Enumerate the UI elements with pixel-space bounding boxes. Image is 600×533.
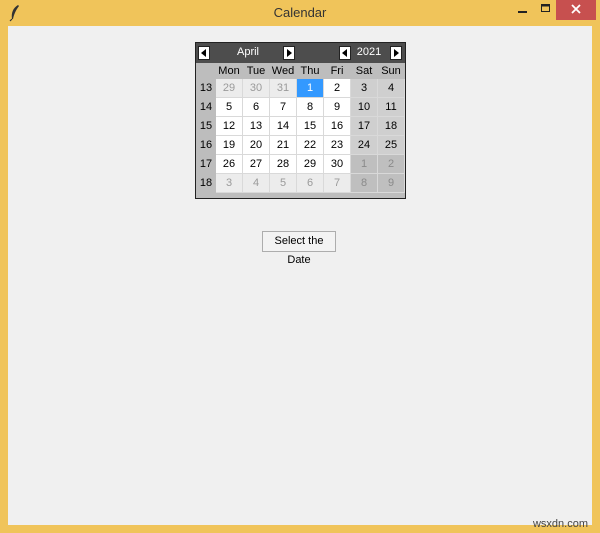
day-cell[interactable]: 18 [378, 117, 405, 136]
day-cell[interactable]: 9 [378, 174, 405, 193]
arrow-right-icon [286, 49, 292, 57]
weekday-label: Fri [330, 65, 344, 77]
week-row: 16 19 20 21 22 23 24 25 [196, 136, 405, 155]
weekday-label: Sat [355, 65, 373, 77]
day-cell[interactable]: 22 [297, 136, 324, 155]
window-client-area: April 2021 Mon Tue Wed Thu Fri Sat Sun 1… [8, 26, 592, 525]
day-cell[interactable]: 10 [351, 98, 378, 117]
week-row: 14 5 6 7 8 9 10 11 [196, 98, 405, 117]
week-row: 17 26 27 28 29 30 1 2 [196, 155, 405, 174]
weekday-label: Tue [246, 65, 266, 77]
arrow-left-icon [342, 49, 348, 57]
day-cell[interactable]: 3 [351, 79, 378, 98]
day-cell[interactable]: 4 [378, 79, 405, 98]
day-cell[interactable]: 9 [324, 98, 351, 117]
month-label: April [236, 46, 259, 58]
day-cell[interactable]: 8 [297, 98, 324, 117]
weekday-label: Wed [271, 65, 295, 77]
close-button[interactable] [556, 0, 596, 20]
select-date-button[interactable]: Select the Date [262, 231, 336, 266]
minimize-icon [518, 1, 528, 19]
week-row: 15 12 13 14 15 16 17 18 [196, 117, 405, 136]
day-cell[interactable]: 19 [216, 136, 243, 155]
day-cell[interactable]: 3 [216, 174, 243, 193]
prev-month-button[interactable] [198, 46, 210, 60]
day-cell[interactable]: 29 [297, 155, 324, 174]
day-cell[interactable]: 30 [324, 155, 351, 174]
day-cell[interactable]: 20 [243, 136, 270, 155]
day-cell[interactable]: 23 [324, 136, 351, 155]
calendar-window: Calendar April 2021 Mon Tue Wed Thu Fri … [0, 0, 600, 533]
year-label: 2021 [356, 46, 382, 58]
day-cell-selected[interactable]: 1 [297, 79, 324, 98]
day-cell[interactable]: 13 [243, 117, 270, 136]
day-cell[interactable]: 7 [324, 174, 351, 193]
day-cell[interactable]: 1 [351, 155, 378, 174]
day-cell[interactable]: 6 [243, 98, 270, 117]
day-cell[interactable]: 25 [378, 136, 405, 155]
week-row: 13 29 30 31 1 2 3 4 [196, 79, 405, 98]
day-cell[interactable]: 28 [270, 155, 297, 174]
week-number: 14 [196, 98, 216, 117]
minimize-button[interactable] [510, 0, 536, 20]
calendar-widget: April 2021 Mon Tue Wed Thu Fri Sat Sun 1… [195, 42, 406, 199]
day-cell[interactable]: 17 [351, 117, 378, 136]
day-cell[interactable]: 27 [243, 155, 270, 174]
title-bar[interactable]: Calendar [0, 0, 600, 26]
day-cell[interactable]: 5 [216, 98, 243, 117]
week-number: 17 [196, 155, 216, 174]
day-cell[interactable]: 12 [216, 117, 243, 136]
close-icon [571, 1, 581, 19]
maximize-icon [541, 1, 551, 19]
day-cell[interactable]: 14 [270, 117, 297, 136]
day-cell[interactable]: 8 [351, 174, 378, 193]
day-cell[interactable]: 24 [351, 136, 378, 155]
week-row: 18 3 4 5 6 7 8 9 [196, 174, 405, 193]
prev-year-button[interactable] [339, 46, 351, 60]
day-cell[interactable]: 21 [270, 136, 297, 155]
weekday-header: Mon Tue Wed Thu Fri Sat Sun [196, 63, 405, 79]
week-number: 13 [196, 79, 216, 98]
weekday-label: Thu [300, 65, 320, 77]
day-cell[interactable]: 2 [378, 155, 405, 174]
watermark: wsxdn.com [532, 518, 588, 530]
weekday-label: Sun [381, 65, 401, 77]
day-cell[interactable]: 29 [216, 79, 243, 98]
day-cell[interactable]: 5 [270, 174, 297, 193]
day-cell[interactable]: 31 [270, 79, 297, 98]
next-month-button[interactable] [283, 46, 295, 60]
day-cell[interactable]: 4 [243, 174, 270, 193]
day-cell[interactable]: 15 [297, 117, 324, 136]
week-number: 15 [196, 117, 216, 136]
day-cell[interactable]: 7 [270, 98, 297, 117]
calendar-header: April 2021 [196, 43, 405, 63]
day-cell[interactable]: 11 [378, 98, 405, 117]
arrow-left-icon [201, 49, 207, 57]
arrow-right-icon [393, 49, 399, 57]
day-cell[interactable]: 26 [216, 155, 243, 174]
next-year-button[interactable] [390, 46, 402, 60]
week-number: 18 [196, 174, 216, 193]
maximize-button[interactable] [536, 0, 556, 20]
day-cell[interactable]: 2 [324, 79, 351, 98]
day-cell[interactable]: 16 [324, 117, 351, 136]
week-number: 16 [196, 136, 216, 155]
weekday-label: Mon [218, 65, 240, 77]
day-cell[interactable]: 6 [297, 174, 324, 193]
day-cell[interactable]: 30 [243, 79, 270, 98]
